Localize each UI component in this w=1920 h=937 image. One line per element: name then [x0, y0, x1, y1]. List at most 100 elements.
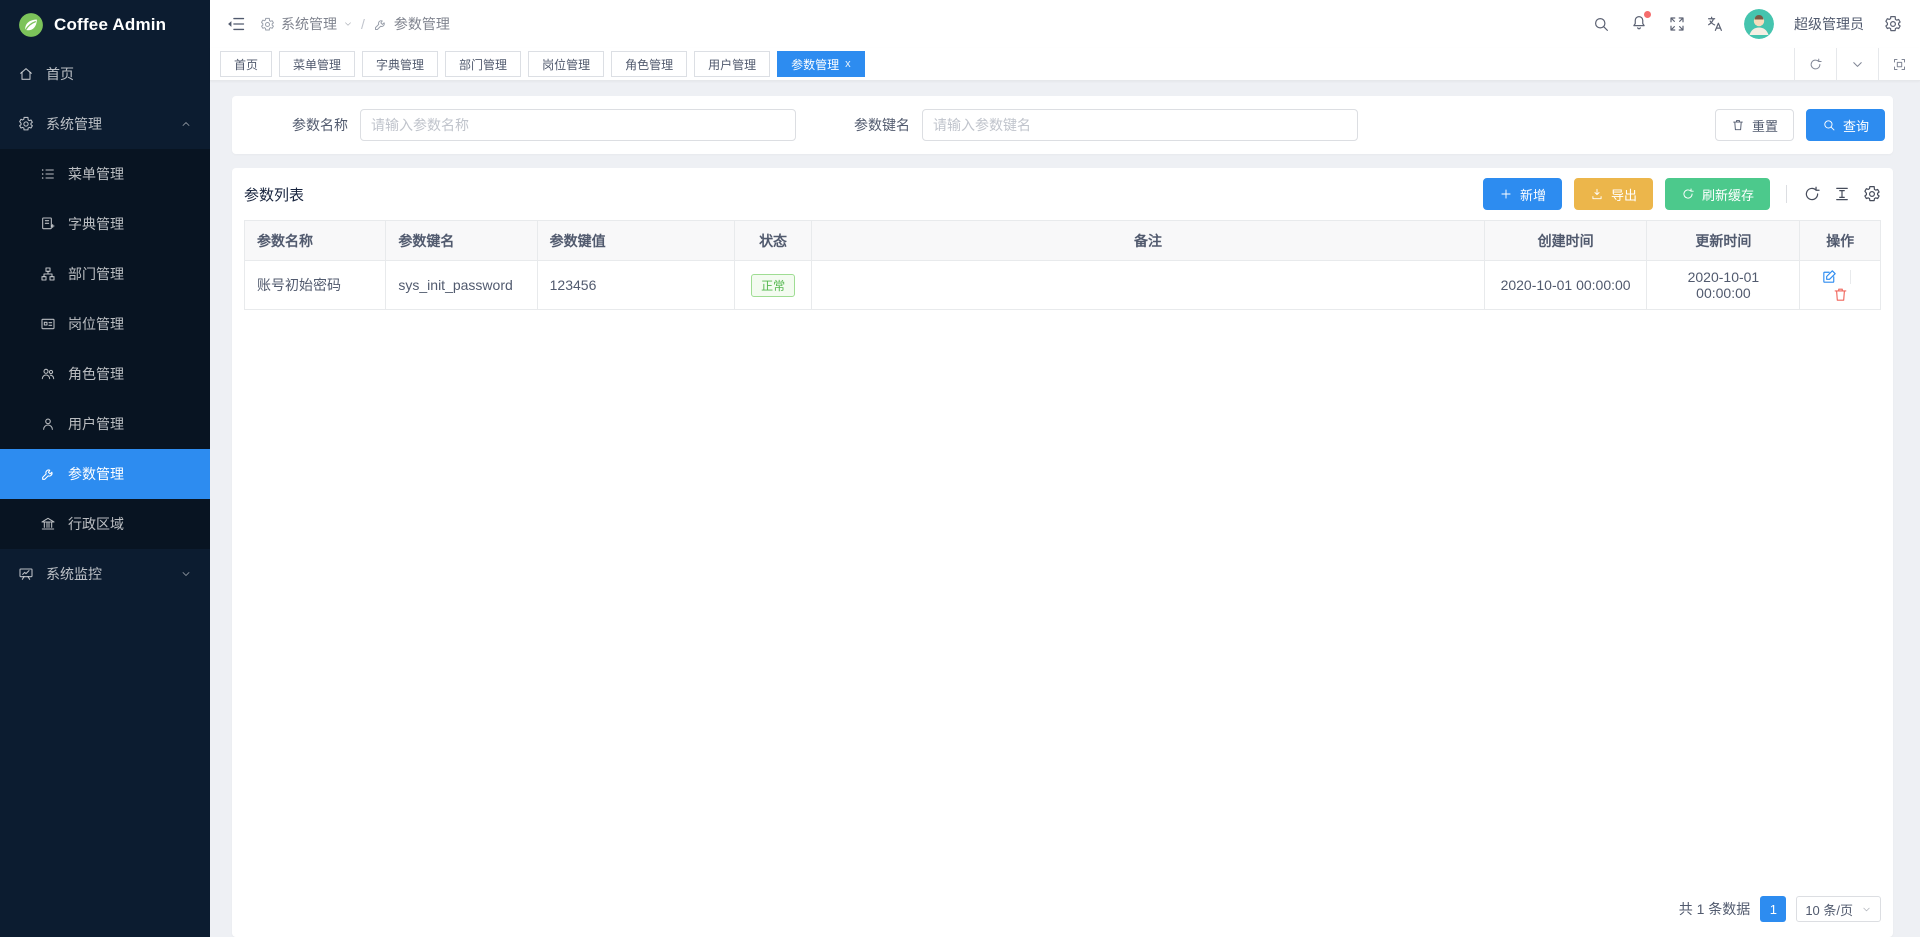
- wrench-icon: [40, 466, 56, 482]
- sidebar-item-label: 系统监控: [46, 564, 102, 584]
- query-button[interactable]: 查询: [1806, 109, 1885, 141]
- gear-icon: [18, 116, 34, 132]
- search-icon[interactable]: [1592, 15, 1610, 33]
- tab-role-management[interactable]: 角色管理: [611, 51, 687, 77]
- page-size-value: 10 条/页: [1805, 900, 1853, 919]
- tab-options-chevron-icon[interactable]: [1836, 48, 1878, 80]
- pagination-total: 共 1 条数据: [1679, 899, 1751, 919]
- current-user-name[interactable]: 超级管理员: [1794, 14, 1864, 34]
- sidebar-item-system-management[interactable]: 系统管理: [0, 99, 210, 149]
- sidebar-item-param-management[interactable]: 参数管理: [0, 449, 210, 499]
- table-row: 账号初始密码 sys_init_password 123456 正常 2020-…: [245, 261, 1881, 310]
- card-actions: 新增 导出 刷新缓存: [1483, 178, 1881, 210]
- tab-post-management[interactable]: 岗位管理: [528, 51, 604, 77]
- collapse-sidebar-icon[interactable]: [226, 14, 246, 34]
- search-actions: 重置 查询: [1715, 109, 1885, 141]
- topbar: 系统管理 / 参数管理 超级管理员: [210, 0, 1920, 48]
- settings-gear-icon[interactable]: [1884, 15, 1902, 33]
- sidebar-item-label: 字典管理: [68, 214, 124, 234]
- table-header-row: 参数名称 参数键名 参数键值 状态 备注 创建时间 更新时间 操作: [245, 221, 1881, 261]
- refresh-icon: [1681, 187, 1695, 201]
- cell-param-name: 账号初始密码: [245, 261, 386, 310]
- avatar[interactable]: [1744, 9, 1774, 39]
- sidebar-menu: 首页 系统管理 菜单管理 字典管理 部门管理: [0, 49, 210, 599]
- param-key-label: 参数键名: [854, 115, 910, 135]
- chevron-down-icon: [1861, 904, 1872, 915]
- trash-icon: [1731, 118, 1745, 132]
- monitor-icon: [18, 566, 34, 582]
- col-param-value: 参数键值: [537, 221, 734, 261]
- sidebar-item-label: 用户管理: [68, 414, 124, 434]
- tab-bar: 首页 菜单管理 字典管理 部门管理 岗位管理 角色管理 用户管理 参数管理 x: [210, 48, 1920, 81]
- fullscreen-icon[interactable]: [1668, 15, 1686, 33]
- refresh-tab-icon[interactable]: [1794, 48, 1836, 80]
- cell-remark: [812, 261, 1485, 310]
- sidebar-item-admin-region[interactable]: 行政区域: [0, 499, 210, 549]
- row-density-icon[interactable]: [1833, 185, 1851, 203]
- tab-label: 菜单管理: [293, 56, 341, 73]
- app-root: Coffee Admin 首页 系统管理 菜单管理 字典管理: [0, 0, 1920, 937]
- content-fullscreen-icon[interactable]: [1878, 48, 1920, 80]
- search-icon: [1822, 118, 1836, 132]
- reset-button[interactable]: 重置: [1715, 109, 1794, 141]
- add-button[interactable]: 新增: [1483, 178, 1562, 210]
- chevron-down-icon[interactable]: [343, 19, 353, 29]
- gear-icon: [260, 17, 275, 32]
- tab-dept-management[interactable]: 部门管理: [445, 51, 521, 77]
- notifications-button[interactable]: [1630, 14, 1648, 35]
- col-updated-at: 更新时间: [1647, 221, 1800, 261]
- sidebar-item-dict-management[interactable]: 字典管理: [0, 199, 210, 249]
- breadcrumb-level1[interactable]: 系统管理: [281, 14, 337, 34]
- sidebar-item-role-management[interactable]: 角色管理: [0, 349, 210, 399]
- sidebar-item-system-monitor[interactable]: 系统监控: [0, 549, 210, 599]
- status-badge: 正常: [751, 274, 795, 297]
- delete-row-icon[interactable]: [1832, 286, 1849, 303]
- sidebar-item-menu-management[interactable]: 菜单管理: [0, 149, 210, 199]
- export-button-label: 导出: [1611, 185, 1637, 204]
- sidebar-item-label: 岗位管理: [68, 314, 124, 334]
- page-size-select[interactable]: 10 条/页: [1796, 896, 1881, 922]
- menu-list-icon: [40, 166, 56, 182]
- tab-menu-management[interactable]: 菜单管理: [279, 51, 355, 77]
- breadcrumb-separator: /: [359, 16, 367, 32]
- search-form-card: 参数名称 参数键名 重置 查询: [232, 96, 1893, 154]
- translate-icon[interactable]: [1706, 15, 1724, 33]
- tab-controls: [1794, 48, 1920, 80]
- param-key-input[interactable]: [922, 109, 1358, 141]
- sidebar-item-user-management[interactable]: 用户管理: [0, 399, 210, 449]
- tab-user-management[interactable]: 用户管理: [694, 51, 770, 77]
- cell-param-value: 123456: [537, 261, 734, 310]
- roles-icon: [40, 366, 56, 382]
- tab-home[interactable]: 首页: [220, 51, 272, 77]
- tab-label: 角色管理: [625, 56, 673, 73]
- coffee-admin-logo-icon: [18, 12, 44, 38]
- sidebar-item-post-management[interactable]: 岗位管理: [0, 299, 210, 349]
- dictionary-icon: [40, 216, 56, 232]
- refresh-cache-button[interactable]: 刷新缓存: [1665, 178, 1770, 210]
- col-param-key: 参数键名: [386, 221, 537, 261]
- main-area: 系统管理 / 参数管理 超级管理员: [210, 0, 1920, 937]
- open-tabs: 首页 菜单管理 字典管理 部门管理 岗位管理 角色管理 用户管理 参数管理 x: [220, 51, 1794, 77]
- page-1-button[interactable]: 1: [1760, 896, 1786, 922]
- tab-close-icon[interactable]: x: [845, 58, 851, 70]
- col-status: 状态: [734, 221, 811, 261]
- tab-param-management[interactable]: 参数管理 x: [777, 51, 865, 77]
- param-name-input[interactable]: [360, 109, 796, 141]
- add-button-label: 新增: [1520, 185, 1546, 204]
- column-settings-gear-icon[interactable]: [1863, 185, 1881, 203]
- badge-icon: [40, 316, 56, 332]
- app-logo[interactable]: Coffee Admin: [0, 0, 210, 49]
- tab-dict-management[interactable]: 字典管理: [362, 51, 438, 77]
- param-name-form-item: 参数名称: [292, 109, 796, 141]
- action-divider: [1850, 270, 1851, 284]
- system-management-submenu: 菜单管理 字典管理 部门管理 岗位管理 角色管理: [0, 149, 210, 549]
- home-icon: [18, 66, 34, 82]
- sidebar-item-label: 行政区域: [68, 514, 124, 534]
- export-button[interactable]: 导出: [1574, 178, 1653, 210]
- sidebar-item-dept-management[interactable]: 部门管理: [0, 249, 210, 299]
- sidebar-item-home[interactable]: 首页: [0, 49, 210, 99]
- user-icon: [40, 416, 56, 432]
- edit-row-icon[interactable]: [1821, 268, 1838, 285]
- cell-updated-at: 2020-10-01 00:00:00: [1647, 261, 1800, 310]
- reload-table-icon[interactable]: [1803, 185, 1821, 203]
